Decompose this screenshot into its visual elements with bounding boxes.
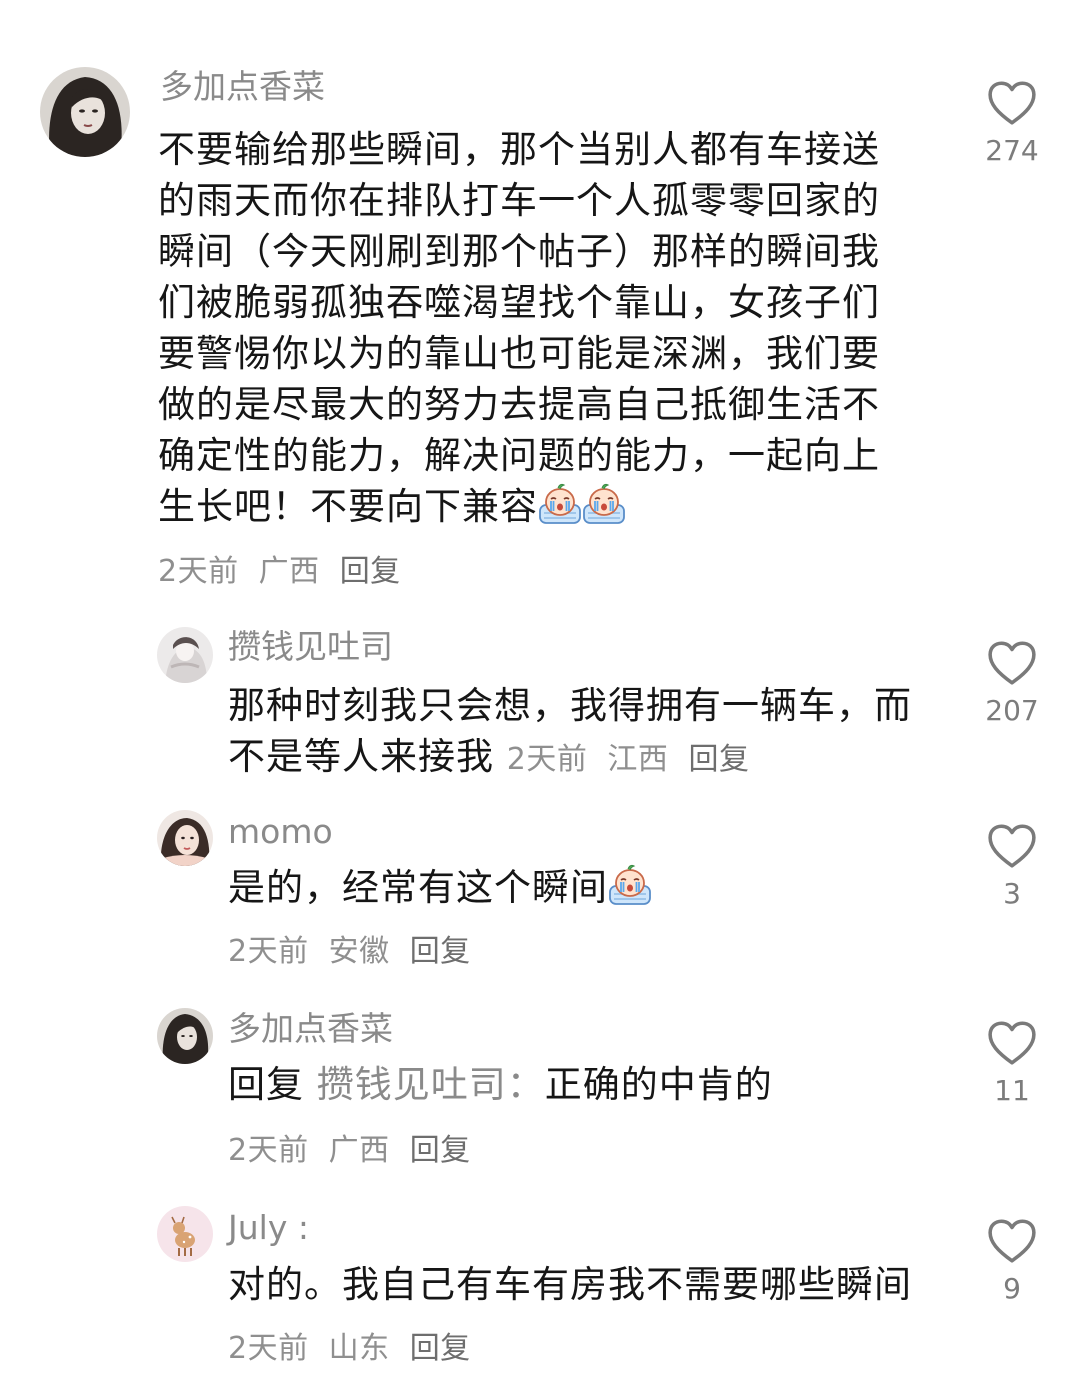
reply-button[interactable]: 回复 [340, 554, 401, 589]
comment-text-segment: 是的，经常有这个瞬间 [228, 866, 608, 909]
comment-text-line: 不要输给那些瞬间，那个当别人都有车接送 [158, 128, 880, 171]
comment-location: 广西 [328, 1133, 390, 1168]
comment-text: 是的，经常有这个瞬间 [228, 862, 948, 913]
comment-text-line: 瞬间（今天刚刷到那个帖子）那样的瞬间我 [158, 230, 880, 273]
reply-button[interactable]: 回复 [410, 1331, 471, 1366]
comment-username[interactable]: 攒钱见吐司 [228, 627, 393, 667]
reply-prefix: 回复 [228, 1063, 304, 1106]
comment-text: 不要输给那些瞬间，那个当别人都有车接送 的雨天而你在排队打车一个人孤零零回家的 … [158, 124, 918, 532]
like-button[interactable]: 9 [985, 1218, 1039, 1305]
like-count: 11 [994, 1074, 1030, 1107]
comment-text-line: 做的是尽最大的努力去提高自己抵御生活不 [158, 383, 880, 426]
comment-text-segment: 正确的中肯的 [544, 1063, 773, 1106]
reply-target-username[interactable]: 攒钱见吐司： [317, 1063, 545, 1106]
comment-text: 回复 攒钱见吐司：正确的中肯的 [228, 1059, 948, 1110]
comment-text-line: 那种时刻我只会想，我得拥有一辆车，而 [228, 684, 912, 727]
comment-time: 2天前 [228, 1133, 309, 1168]
crying-face-emoji-icon [608, 864, 652, 906]
comment-location: 江西 [607, 742, 669, 777]
comment-username[interactable]: 多加点香菜 [160, 67, 325, 107]
comment-time: 2天前 [228, 934, 309, 969]
crying-face-emoji-icon [538, 483, 582, 525]
comment-time: 2天前 [506, 742, 588, 777]
avatar[interactable] [157, 810, 213, 866]
comment-time: 2天前 [158, 554, 239, 589]
comment-meta: 2天前 山东 回复 [228, 1323, 481, 1367]
crying-face-emoji-icon [582, 483, 626, 525]
heart-outline-icon [987, 80, 1037, 126]
avatar[interactable] [157, 627, 213, 683]
like-count: 3 [1003, 877, 1021, 910]
like-button[interactable]: 274 [985, 80, 1039, 167]
reply-button[interactable]: 回复 [688, 742, 749, 777]
comment-text: 对的。我自己有车有房我不需要哪些瞬间 [228, 1263, 912, 1306]
like-button[interactable]: 207 [985, 640, 1039, 727]
comment-location: 广西 [258, 554, 320, 589]
avatar[interactable] [157, 1008, 213, 1064]
comment-location: 山东 [328, 1331, 390, 1366]
comment-text-segment: 不是等人来接我 [228, 735, 494, 778]
comment-username[interactable]: momo [228, 812, 333, 852]
comment-text-line: 们被脆弱孤独吞噬渴望找个靠山，女孩子们 [158, 281, 880, 324]
comment-text: 那种时刻我只会想，我得拥有一辆车，而 不是等人来接我 2天前 江西 回复 [228, 680, 948, 785]
reply-button[interactable]: 回复 [410, 934, 471, 969]
like-count: 9 [1003, 1272, 1021, 1305]
comment-text-line: 要警惕你以为的靠山也可能是深渊，我们要 [158, 332, 880, 375]
heart-outline-icon [987, 1020, 1037, 1066]
heart-outline-icon [987, 1218, 1037, 1264]
like-button[interactable]: 11 [985, 1020, 1039, 1107]
heart-outline-icon [987, 640, 1037, 686]
comment-meta: 2天前 广西 回复 [228, 1125, 481, 1169]
avatar[interactable] [157, 1206, 213, 1262]
avatar[interactable] [40, 67, 130, 157]
comment-location: 安徽 [328, 934, 390, 969]
comment-text-segment: 生长吧！不要向下兼容 [158, 485, 538, 528]
reply-button[interactable]: 回复 [410, 1133, 471, 1168]
comment-text-line: 确定性的能力，解决问题的能力，一起向上 [158, 434, 880, 477]
comment-username[interactable]: July : [228, 1208, 309, 1248]
like-count: 274 [985, 134, 1039, 167]
heart-outline-icon [987, 823, 1037, 869]
like-count: 207 [985, 694, 1039, 727]
comment-meta: 2天前 江西 回复 [507, 742, 760, 777]
comment-meta: 2天前 广西 回复 [158, 546, 411, 590]
comment-username[interactable]: 多加点香菜 [228, 1009, 393, 1049]
comment-text-line: 生长吧！不要向下兼容 [158, 481, 918, 532]
like-button[interactable]: 3 [985, 823, 1039, 910]
comment-text-line: 的雨天而你在排队打车一个人孤零零回家的 [158, 179, 880, 222]
comment-text-line: 不是等人来接我 2天前 江西 回复 [228, 731, 948, 785]
comment-meta: 2天前 安徽 回复 [228, 926, 481, 970]
comment-time: 2天前 [228, 1331, 309, 1366]
